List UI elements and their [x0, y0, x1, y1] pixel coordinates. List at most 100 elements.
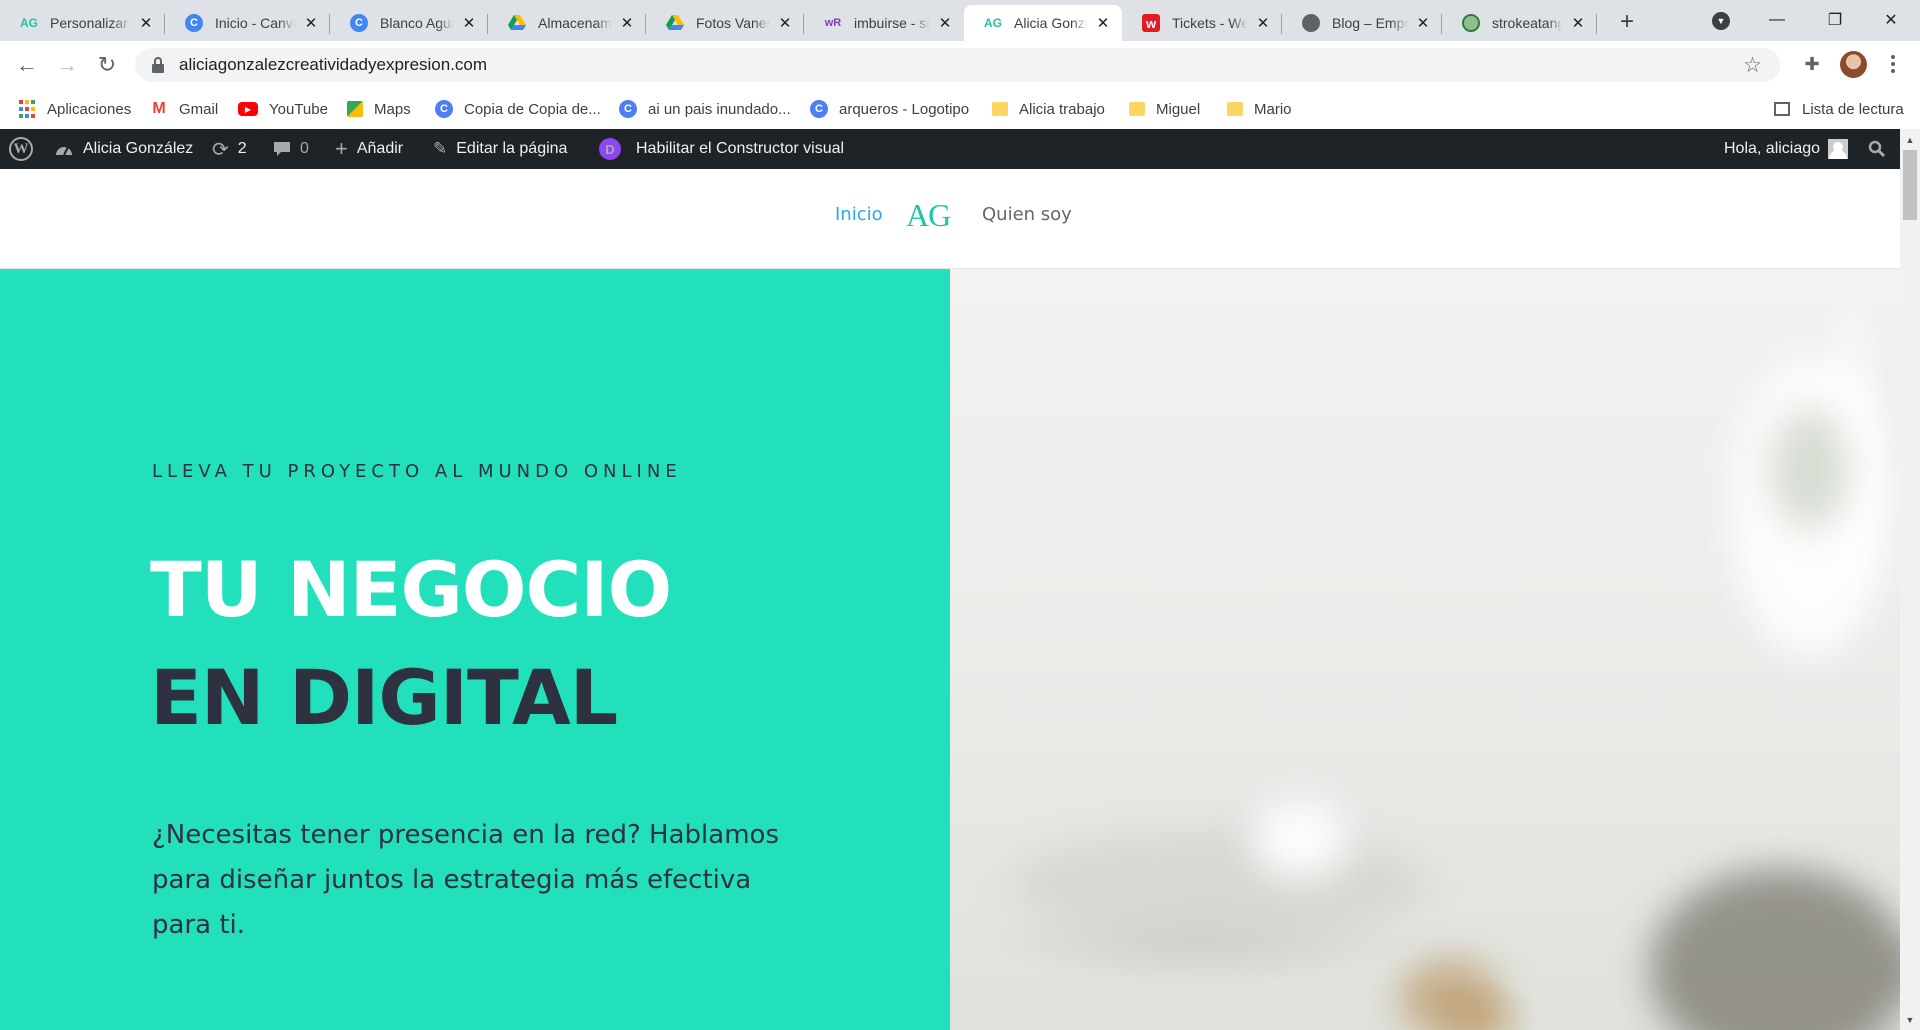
browser-tab[interactable]: strokeatang ✕: [1442, 5, 1597, 41]
site-logo[interactable]: AG: [906, 197, 951, 234]
lock-icon[interactable]: [151, 57, 165, 73]
gmail-icon: M: [152, 100, 166, 117]
divi-icon: D: [599, 138, 621, 160]
reading-list-icon: [1774, 102, 1790, 116]
visual-builder-link[interactable]: D Habilitar el Constructor visual: [599, 129, 844, 169]
tab-title: strokeatang: [1492, 15, 1563, 31]
edit-page-link[interactable]: ✎ Editar la página: [433, 129, 567, 169]
close-icon[interactable]: ✕: [1094, 14, 1112, 32]
bookmark-canva-1[interactable]: C Copia de Copia de...: [435, 95, 601, 123]
canva-icon: C: [435, 100, 453, 118]
close-icon[interactable]: ✕: [776, 14, 794, 32]
window-close-button[interactable]: ✕: [1876, 6, 1906, 34]
restore-button[interactable]: ❐: [1820, 6, 1850, 34]
close-icon[interactable]: ✕: [618, 14, 636, 32]
close-icon[interactable]: ✕: [1254, 14, 1272, 32]
bookmark-label: Maps: [374, 100, 411, 118]
hero-text-panel: LLEVA TU PROYECTO AL MUNDO ONLINE TU NEG…: [0, 269, 950, 1030]
tab-search-icon[interactable]: ▼: [1712, 12, 1730, 30]
browser-tab[interactable]: wR imbuirse - sinónimos ✕: [804, 5, 964, 41]
close-icon[interactable]: ✕: [936, 14, 954, 32]
bookmark-label: ai un pais inundado...: [648, 100, 791, 118]
hero-body-text: ¿Necesitas tener presencia en la red? Ha…: [152, 820, 779, 940]
tab-title: Fotos Vanesa: [696, 15, 770, 31]
minimize-button[interactable]: —: [1762, 6, 1792, 34]
adminbar-search[interactable]: [1868, 129, 1895, 169]
bookmark-gmail[interactable]: M Gmail: [150, 95, 218, 123]
scrollbar-thumb[interactable]: [1903, 150, 1917, 220]
page-scrollbar[interactable]: ▲ ▼: [1900, 129, 1920, 1030]
url-text[interactable]: aliciagonzalezcreatividadyexpresion.com: [179, 55, 487, 75]
site-name-menu[interactable]: Alicia González: [54, 129, 193, 169]
bookmark-canva-2[interactable]: C ai un pais inundado...: [619, 95, 791, 123]
updates-count: 2: [237, 140, 247, 157]
browser-menu-icon[interactable]: [1884, 51, 1902, 77]
browser-tab[interactable]: C Blanco Aguamarina ✕: [330, 5, 488, 41]
new-tab-button[interactable]: +: [1613, 8, 1641, 36]
bookmark-star-icon[interactable]: ☆: [1743, 53, 1762, 78]
browser-tab[interactable]: w Tickets - WeTransfer ✕: [1122, 5, 1282, 41]
extensions-puzzle-icon[interactable]: ✚: [1800, 52, 1824, 76]
my-account-menu[interactable]: Hola, aliciago: [1724, 129, 1849, 169]
tab-separator: [1596, 14, 1597, 34]
tab-title: Almacenamiento: [538, 15, 612, 31]
browser-tab-strip: AG Personalizar ✕ C Inicio - Canva ✕ C B…: [0, 0, 1920, 41]
wp-admin-bar: W Alicia González ⟳ 2 0 + Añadir ✎ Edita…: [0, 129, 1920, 169]
bookmark-maps[interactable]: Maps: [347, 95, 411, 123]
browser-tab[interactable]: AG Personalizar ✕: [0, 5, 165, 41]
browser-tab[interactable]: Fotos Vanesa ✕: [646, 5, 804, 41]
tab-title: Alicia González: [1014, 15, 1088, 31]
bookmark-folder-mario[interactable]: Mario: [1227, 95, 1292, 123]
search-icon: [1868, 140, 1886, 158]
bookmark-apps[interactable]: Aplicaciones: [18, 95, 131, 123]
tickets-icon: w: [1142, 14, 1160, 32]
address-bar[interactable]: aliciagonzalezcreatividadyexpresion.com …: [135, 48, 1780, 82]
bookmark-canva-3[interactable]: C arqueros - Logotipo: [810, 95, 969, 123]
bookmark-label: Miguel: [1156, 100, 1201, 118]
forward-button[interactable]: →: [53, 51, 81, 79]
updates-menu[interactable]: ⟳ 2: [212, 129, 247, 169]
nav-item-quien-soy[interactable]: Quien soy: [982, 204, 1072, 225]
plus-icon: +: [335, 136, 348, 161]
bookmark-folder-miguel[interactable]: Miguel: [1129, 95, 1200, 123]
nav-item-inicio[interactable]: Inicio: [835, 204, 883, 225]
tab-title: Blanco Aguamarina: [380, 15, 454, 31]
close-icon[interactable]: ✕: [302, 14, 320, 32]
canva-icon: C: [350, 14, 368, 32]
scroll-up-arrow-icon[interactable]: ▲: [1900, 131, 1920, 148]
browser-tab[interactable]: Almacenamiento ✕: [488, 5, 646, 41]
image-object-blur: [1400, 959, 1500, 1030]
browser-tab[interactable]: Blog – Empresa ✕: [1282, 5, 1442, 41]
bookmark-label: Gmail: [179, 100, 219, 118]
pencil-icon: ✎: [433, 139, 448, 158]
close-icon[interactable]: ✕: [137, 14, 155, 32]
browser-tab-active[interactable]: AG Alicia González ✕: [964, 5, 1122, 41]
canva-icon: C: [810, 100, 828, 118]
hero-image: [950, 269, 1900, 1030]
close-icon[interactable]: ✕: [1569, 14, 1587, 32]
hero-headline-line-1: TU NEGOCIO: [150, 545, 672, 634]
scroll-down-arrow-icon[interactable]: ▼: [1900, 1011, 1920, 1028]
folder-icon: [1227, 102, 1243, 116]
wp-logo-menu[interactable]: W: [9, 129, 42, 169]
apps-grid-icon: [18, 100, 36, 118]
profile-avatar[interactable]: [1840, 51, 1867, 78]
image-dark-object-blur: [1650, 869, 1900, 1030]
bookmark-folder-alicia[interactable]: Alicia trabajo: [992, 95, 1105, 123]
browser-tab[interactable]: C Inicio - Canva ✕: [165, 5, 330, 41]
folder-icon: [1129, 102, 1145, 116]
bookmark-label: arqueros - Logotipo: [839, 100, 970, 118]
add-new-menu[interactable]: + Añadir: [335, 129, 403, 169]
site-header: Inicio AG Quien soy: [0, 169, 1900, 269]
reload-button[interactable]: ↻: [93, 51, 121, 79]
image-book-blur: [1010, 829, 1430, 939]
canva-icon: C: [185, 14, 203, 32]
greeting-text: Hola, aliciago: [1724, 140, 1821, 157]
reading-list-button[interactable]: Lista de lectura: [1774, 95, 1904, 123]
close-icon[interactable]: ✕: [460, 14, 478, 32]
bookmark-youtube[interactable]: ▶ YouTube: [238, 95, 328, 123]
back-button[interactable]: ←: [13, 51, 41, 79]
comments-menu[interactable]: 0: [273, 129, 309, 169]
close-icon[interactable]: ✕: [1414, 14, 1432, 32]
google-drive-icon: [666, 14, 684, 32]
